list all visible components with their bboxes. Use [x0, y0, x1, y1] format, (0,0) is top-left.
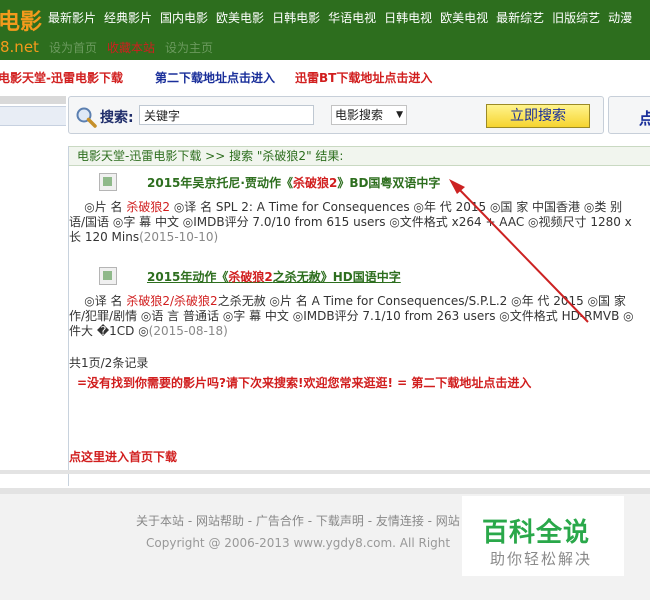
set-mainpage-link[interactable]: 设为主页 — [160, 39, 218, 56]
nav-item-old-variety[interactable]: 旧版综艺 — [548, 9, 604, 26]
search-label: 搜索: — [100, 110, 134, 126]
homepage-download-link[interactable]: 点这里进入首页下载 — [69, 448, 177, 465]
result-date: (2015-08-18) — [148, 324, 228, 338]
list-item: 2015年吴京托尼·贾动作《杀破狼2》BD国粤双语中字 ◎片 名 杀破狼2 ◎译… — [69, 170, 650, 250]
desc-keyword: 杀破狼2 — [126, 200, 170, 214]
watermark-main-text: 百科全说 — [482, 518, 591, 548]
title-keyword: 杀破狼2 — [292, 176, 338, 190]
nav-item-western-movies[interactable]: 欧美电影 — [212, 9, 268, 26]
nav-item-anime[interactable]: 动漫 — [604, 9, 636, 26]
desc-line3: 长 120 Mins — [69, 230, 140, 244]
left-sidebar-header — [0, 106, 66, 126]
title-suffix: 》BD国粤双语中字 — [337, 176, 441, 190]
breadcrumb-current: 搜索 "杀破狼2" 结果: — [229, 149, 344, 163]
desc-line2: 作/犯罪/剧情 ◎语 言 普通话 ◎字 幕 中文 ◎IMDB评分 7.1/10 … — [69, 309, 634, 323]
search-results: 电影天堂-迅雷电影下载 >> 搜索 "杀破狼2" 结果: 2015年吴京托尼·贾… — [68, 146, 650, 486]
title-suffix: 之杀无赦》HD国语中字 — [272, 270, 401, 284]
right-box-text: 点 — [639, 109, 650, 128]
result-date: (2015-10-10) — [139, 230, 219, 244]
site-logo[interactable]: 电影 8.net — [0, 0, 44, 60]
desc-line1-prefix: ◎译 名 — [69, 294, 127, 308]
watermark-sub-text: 助你轻松解决 — [490, 550, 593, 568]
left-sidebar — [0, 96, 66, 492]
nav-item-latest-movies[interactable]: 最新影片 — [44, 9, 100, 26]
watermark-logo: 百科全说 助你轻松解决 — [462, 496, 624, 576]
desc-line3: 件大 �1CD ◎ — [69, 324, 149, 338]
result-description: ◎片 名 杀破狼2 ◎译 名 SPL 2: A Time for Consequ… — [69, 200, 650, 245]
title-keyword: 杀破狼2 — [228, 270, 273, 284]
second-download-link[interactable]: 第二下载地址点击进入 — [155, 69, 275, 86]
nav-item-chinese-tv[interactable]: 华语电视 — [324, 9, 380, 26]
search-icon — [76, 107, 97, 128]
list-item: 2015年动作《杀破狼2之杀无赦》HD国语中字 ◎译 名 杀破狼2/杀破狼2之杀… — [69, 264, 650, 344]
site-header: 电影 8.net 最新影片 经典影片 国内电影 欧美电影 日韩电影 华语电视 日… — [0, 0, 650, 60]
quick-link-bar: 电影天堂-迅雷电影下载 第二下载地址点击进入 迅雷BT下载地址点击进入 — [0, 64, 650, 90]
desc-line1-suffix: 之杀无赦 ◎片 名 A Time for Consequences/S.P.L.… — [217, 294, 626, 308]
set-homepage-link[interactable]: 设为首页 — [44, 39, 102, 56]
nav-item-domestic-movies[interactable]: 国内电影 — [156, 9, 212, 26]
right-search-box[interactable]: 点 — [608, 96, 650, 134]
footer-copyright: Copyright @ 2006-2013 www.ygdy8.com. All… — [146, 536, 451, 550]
nav-item-jpkr-tv[interactable]: 日韩电视 — [380, 9, 436, 26]
desc-line2: 语/国语 ◎字 幕 中文 ◎IMDB评分 7.0/10 from 615 use… — [69, 215, 632, 229]
logo-sub-text: 8.net — [0, 38, 39, 56]
chevron-down-icon: ▼ — [396, 110, 403, 120]
not-found-notice[interactable]: =没有找到你需要的影片吗?请下次来搜索!欢迎您常来逛逛! = 第二下载地址点击进… — [77, 374, 531, 391]
title-prefix: 2015年动作《 — [147, 270, 229, 284]
thumbnail-image[interactable] — [99, 267, 117, 285]
breadcrumb: 电影天堂-迅雷电影下载 >> 搜索 "杀破狼2" 结果: — [69, 146, 650, 166]
nav-item-latest-variety[interactable]: 最新综艺 — [492, 9, 548, 26]
desc-keyword: 杀破狼2/杀破狼2 — [126, 294, 218, 308]
nav-item-western-tv[interactable]: 欧美电视 — [436, 9, 492, 26]
logo-main-text: 电影 — [0, 9, 43, 35]
result-description: ◎译 名 杀破狼2/杀破狼2之杀无赦 ◎片 名 A Time for Conse… — [69, 294, 650, 339]
result-title-link[interactable]: 2015年动作《杀破狼2之杀无赦》HD国语中字 — [147, 268, 401, 285]
thumbnail-image[interactable] — [99, 173, 117, 191]
movie-heaven-link[interactable]: 电影天堂-迅雷电影下载 — [0, 69, 123, 86]
desc-line1-suffix: ◎译 名 SPL 2: A Time for Consequences ◎年 代… — [170, 200, 623, 214]
search-input[interactable] — [139, 105, 314, 125]
search-type-select[interactable]: 电影搜索 ▼ — [331, 105, 407, 125]
footer-links[interactable]: 关于本站 - 网站帮助 - 广告合作 - 下载声明 - 友情连接 - 网站 — [136, 512, 460, 529]
bt-download-link[interactable]: 迅雷BT下载地址点击进入 — [295, 69, 432, 86]
left-sidebar-top-bar — [0, 96, 66, 104]
divider — [0, 470, 650, 474]
title-prefix: 2015年吴京托尼·贾动作《 — [147, 176, 293, 190]
breadcrumb-home-link[interactable]: 电影天堂-迅雷电影下载 — [77, 149, 201, 163]
search-type-value: 电影搜索 — [335, 108, 384, 122]
result-title-link[interactable]: 2015年吴京托尼·贾动作《杀破狼2》BD国粤双语中字 — [147, 174, 440, 191]
sub-nav: 设为首页 收藏本站 设为主页 — [44, 34, 650, 60]
breadcrumb-separator: >> — [201, 149, 230, 163]
desc-line1-prefix: ◎片 名 — [69, 200, 127, 214]
pagination-info: 共1页/2条记录 — [69, 356, 149, 370]
search-bar: 搜索: 电影搜索 ▼ 立即搜索 — [68, 96, 604, 134]
search-button[interactable]: 立即搜索 — [486, 104, 590, 128]
nav-item-jpkr-movies[interactable]: 日韩电影 — [268, 9, 324, 26]
main-nav: 最新影片 经典影片 国内电影 欧美电影 日韩电影 华语电视 日韩电视 欧美电视 … — [44, 0, 650, 34]
nav-item-classic-movies[interactable]: 经典影片 — [100, 9, 156, 26]
bookmark-site-link[interactable]: 收藏本站 — [102, 39, 160, 56]
